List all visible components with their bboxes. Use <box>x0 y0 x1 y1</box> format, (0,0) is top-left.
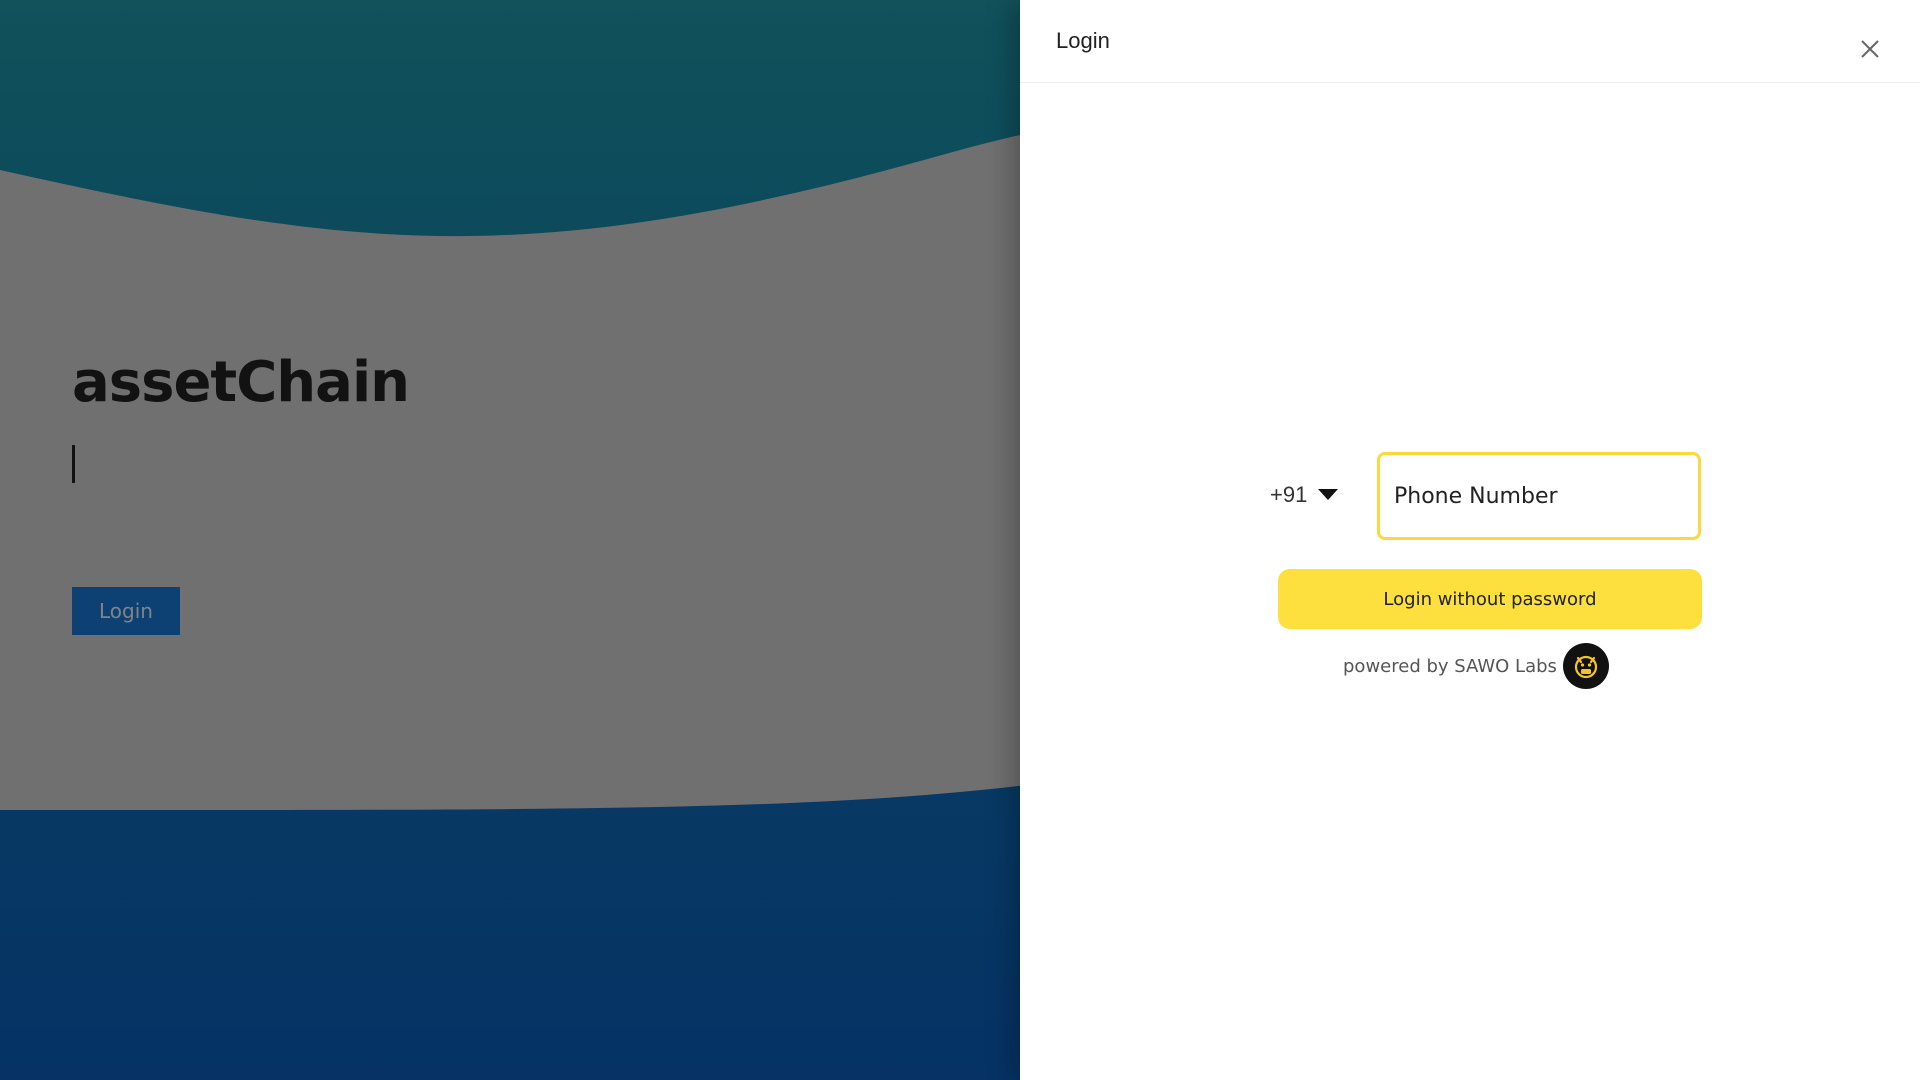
caret-down-icon <box>1317 488 1339 502</box>
app-screen: assetChain Login Login +91 Phone Number … <box>0 0 1920 1080</box>
country-code-value: +91 <box>1270 482 1308 507</box>
phone-number-input[interactable] <box>1377 452 1701 540</box>
powered-by-text: powered by SAWO Labs <box>1343 655 1557 677</box>
login-without-password-button[interactable]: Login without password <box>1278 569 1702 629</box>
login-drawer: Login +91 Login wit <box>1020 0 1920 1080</box>
country-code-select[interactable]: +91 <box>1270 482 1339 508</box>
powered-by-row: powered by SAWO Labs <box>1343 643 1609 689</box>
sawo-logo-icon[interactable] <box>1562 643 1609 689</box>
login-form: +91 Login without password powered by SA… <box>1020 0 1920 1080</box>
